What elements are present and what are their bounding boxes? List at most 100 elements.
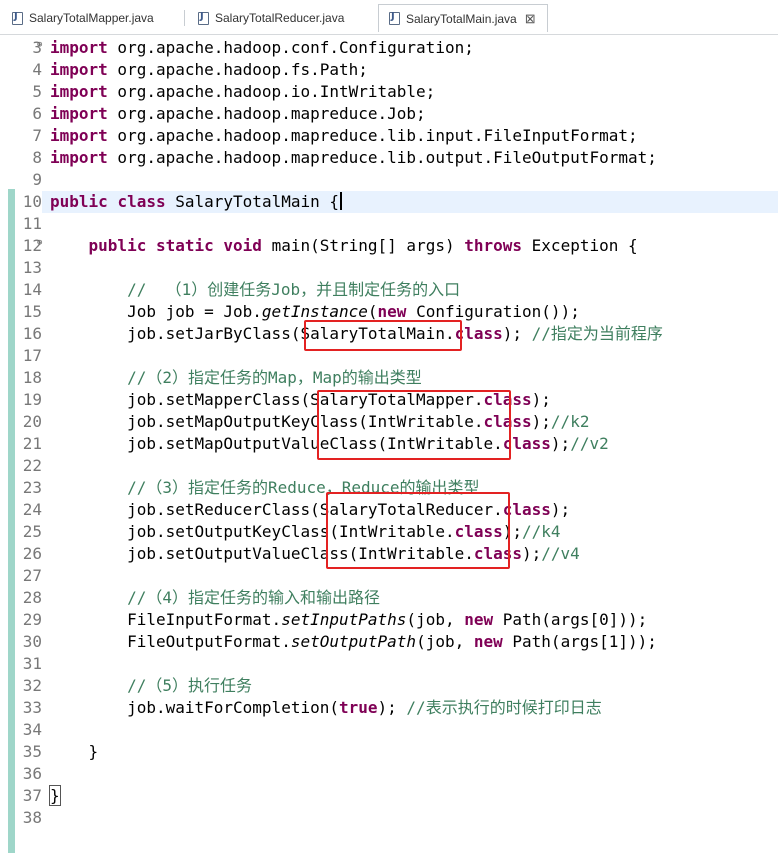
line-number: 26 — [22, 544, 42, 563]
code-keyword: new — [464, 610, 494, 629]
code-comment: //表示执行的时候打印日志 — [406, 698, 602, 717]
highlight-box-mapper-classes — [317, 390, 511, 460]
code-token: ); — [550, 434, 571, 453]
code-line[interactable]: FileOutputFormat.setOutputPath(job, new … — [50, 631, 657, 653]
code-keyword: class — [117, 192, 166, 211]
code-token: org.apache.hadoop.io.IntWritable; — [107, 82, 436, 101]
code-line[interactable]: import org.apache.hadoop.conf.Configurat… — [50, 37, 474, 59]
code-line[interactable]: //（4）指定任务的输入和输出路径 — [50, 587, 380, 609]
line-number: 33 — [22, 698, 42, 717]
tab-salarytotalreducer[interactable]: SalaryTotalReducer.java — [188, 4, 376, 32]
editor-tab-bar: SalaryTotalMapper.java SalaryTotalReduce… — [0, 0, 778, 35]
line-number: 23 — [22, 478, 42, 497]
line-number: 8 — [32, 148, 42, 167]
line-number: 37 — [22, 786, 42, 805]
tab-salarytotalmapper[interactable]: SalaryTotalMapper.java — [2, 4, 184, 32]
code-token: FileOutputFormat. — [50, 632, 291, 651]
code-token: job.waitForCompletion( — [50, 698, 339, 717]
code-token: org.apache.hadoop.mapreduce.lib.input.Fi… — [107, 126, 638, 145]
java-file-icon — [198, 11, 209, 25]
line-number: 38 — [22, 808, 42, 827]
code-line[interactable]: //（5）执行任务 — [50, 675, 252, 697]
code-keyword: import — [50, 60, 108, 79]
code-comment: //k4 — [522, 522, 561, 541]
code-token: FileInputFormat. — [50, 610, 282, 629]
code-line[interactable]: import org.apache.hadoop.mapreduce.lib.i… — [50, 125, 638, 147]
code-keyword: true — [338, 698, 378, 717]
line-number: 19 — [22, 390, 42, 409]
code-token: ); — [377, 698, 407, 717]
line-number: 31 — [22, 654, 42, 673]
tab-salarytotalmain[interactable]: SalaryTotalMain.java ⊠ — [378, 4, 548, 32]
line-number: 24 — [22, 500, 42, 519]
line-number: 28 — [22, 588, 42, 607]
line-number: 25 — [22, 522, 42, 541]
code-token: Job job = Job. — [50, 302, 262, 321]
code-line[interactable]: public static void main(String[] args) t… — [50, 235, 638, 257]
code-line[interactable]: //（2）指定任务的Map，Map的输出类型 — [50, 367, 422, 389]
close-tab-icon[interactable]: ⊠ — [525, 11, 536, 27]
code-token: ); — [531, 390, 551, 409]
code-keyword: throws — [464, 236, 523, 255]
code-token: org.apache.hadoop.fs.Path; — [107, 60, 368, 79]
fold-expanded-icon[interactable]: ⊖ — [37, 238, 42, 248]
code-line[interactable]: FileInputFormat.setInputPaths(job, new P… — [50, 609, 647, 631]
line-number: 34 — [22, 720, 42, 739]
code-keyword: import — [50, 38, 108, 57]
code-line[interactable]: import org.apache.hadoop.mapreduce.lib.o… — [50, 147, 657, 169]
code-line[interactable]: // （1）创建任务Job，并且制定任务的入口 — [50, 279, 460, 301]
code-comment: //指定为当前程序 — [531, 324, 663, 343]
line-number: 15 — [22, 302, 42, 321]
code-keyword: static — [155, 236, 214, 255]
code-editor[interactable]: 3 4 5 6 7 8 9 10 11 12 13 14 15 16 17 18 19 20 21 22 23 24 25 2… — [0, 35, 778, 853]
code-line[interactable]: job.waitForCompletion(true); //表示执行的时候打印… — [50, 697, 602, 719]
line-number: 4 — [32, 60, 42, 79]
line-number: 11 — [22, 214, 42, 233]
code-keyword: import — [50, 82, 108, 101]
code-comment: //（2）指定任务的Map，Map的输出类型 — [127, 368, 422, 387]
line-number: 35 — [22, 742, 42, 761]
code-token: getInstance — [261, 302, 368, 321]
fold-expanded-icon[interactable]: ⊖ — [37, 40, 42, 50]
code-token: Path(args[1])); — [502, 632, 657, 651]
tab-separator — [184, 10, 185, 26]
code-comment: //v4 — [541, 544, 580, 563]
code-line[interactable]: } — [49, 785, 61, 807]
line-number: 5 — [32, 82, 42, 101]
code-token: org.apache.hadoop.mapreduce.lib.output.F… — [107, 148, 657, 167]
line-number: 20 — [22, 412, 42, 431]
tab-label: SalaryTotalMain.java — [406, 11, 517, 26]
code-comment: //（4）指定任务的输入和输出路径 — [127, 588, 380, 607]
tab-label: SalaryTotalReducer.java — [215, 11, 345, 25]
code-comment: // （1）创建任务Job，并且制定任务的入口 — [127, 280, 461, 299]
highlight-box-main-class — [304, 320, 462, 351]
code-line[interactable]: import org.apache.hadoop.mapreduce.Job; — [50, 103, 426, 125]
highlight-box-reducer-classes — [326, 492, 510, 569]
line-number: 32 — [22, 676, 42, 695]
code-token: (job, — [406, 610, 465, 629]
line-number: 29 — [22, 610, 42, 629]
code-token: Exception { — [522, 236, 638, 255]
code-keyword: void — [223, 236, 262, 255]
code-line[interactable]: import org.apache.hadoop.fs.Path; — [50, 59, 368, 81]
code-token: main(String[] args) — [261, 236, 465, 255]
tab-label: SalaryTotalMapper.java — [29, 11, 154, 25]
code-token: org.apache.hadoop.mapreduce.Job; — [107, 104, 426, 123]
code-token: ( — [367, 302, 378, 321]
line-number: 9 — [32, 170, 42, 189]
line-number: 30 — [22, 632, 42, 651]
line-number: 36 — [22, 764, 42, 783]
code-token: Path(args[0])); — [493, 610, 648, 629]
code-line[interactable]: } — [50, 741, 99, 763]
line-number: 7 — [32, 126, 42, 145]
code-line[interactable]: public class SalaryTotalMain { — [50, 191, 342, 213]
code-keyword: new — [473, 632, 503, 651]
code-comment: //（5）执行任务 — [127, 676, 252, 695]
code-line[interactable]: import org.apache.hadoop.io.IntWritable; — [50, 81, 435, 103]
